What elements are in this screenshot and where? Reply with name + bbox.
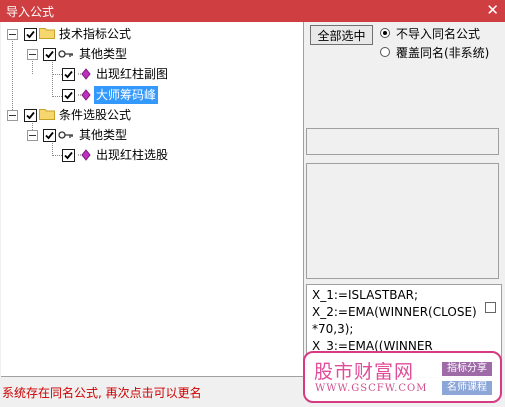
watermark-tag: 名师课程 (442, 381, 492, 395)
tree-label: 出现红柱选股 (96, 148, 169, 162)
formula-tree[interactable]: 技术指标公式 其他类型 出现红柱副图 大师筹码峰 条件选股公式 其他类型 出现红… (1, 22, 304, 377)
close-icon[interactable]: ✕ (486, 1, 499, 19)
collapse-icon[interactable] (7, 110, 18, 121)
tree-label: 其他类型 (79, 47, 128, 61)
window-title: 导入公式 (6, 5, 55, 19)
formula-gem-icon (78, 149, 91, 161)
watermark-tag: 指标分享 (442, 362, 492, 376)
watermark-badge: 股市财富网 WWW.GSCFW.COM 指标分享 名师课程 (303, 351, 502, 403)
folder-icon (39, 28, 55, 39)
tree-label: 出现红柱副图 (96, 67, 169, 81)
code-line: X_1:=ISLASTBAR; (312, 288, 419, 302)
tree-node-formula-item[interactable]: 出现红柱选股 (1, 146, 301, 164)
checkbox-checked-icon[interactable] (62, 89, 75, 102)
collapse-icon[interactable] (27, 130, 38, 141)
radio-label: 覆盖同名(非系统) (396, 46, 490, 60)
code-line: *70,3); (312, 322, 354, 336)
info-field (306, 128, 499, 155)
tree-node-other-type[interactable]: 其他类型 (1, 126, 301, 144)
collapse-icon[interactable] (7, 29, 18, 40)
radio-label: 不导入同名公式 (396, 27, 481, 41)
key-icon (58, 50, 73, 58)
select-all-button[interactable]: 全部选中 (310, 25, 373, 45)
tree-node-condition-formula[interactable]: 条件选股公式 (1, 106, 301, 124)
tree-node-formula-item-selected[interactable]: 大师筹码峰 (1, 86, 301, 104)
watermark-brand: 股市财富网 (314, 361, 415, 383)
folder-icon (39, 109, 55, 120)
checkbox-checked-icon[interactable] (24, 109, 37, 122)
watermark-url: WWW.GSCFW.COM (315, 383, 428, 394)
tree-label: 技术指标公式 (59, 27, 132, 41)
tree-label: 大师筹码峰 (94, 86, 159, 104)
formula-gem-icon (78, 89, 91, 101)
checkbox-checked-icon[interactable] (24, 28, 37, 41)
tree-node-tech-formula[interactable]: 技术指标公式 (1, 25, 301, 43)
title-bar: 导入公式 ✕ (0, 0, 505, 22)
formula-gem-icon (78, 68, 91, 80)
radio-no-import-duplicates[interactable] (380, 28, 390, 38)
small-checkbox-icon[interactable] (485, 302, 496, 313)
status-message: 系统存在同名公式, 再次点击可以更名 (2, 386, 202, 400)
checkbox-checked-icon[interactable] (43, 129, 56, 142)
checkbox-checked-icon[interactable] (43, 48, 56, 61)
description-area (306, 163, 499, 279)
checkbox-checked-icon[interactable] (62, 68, 75, 81)
tree-label: 其他类型 (79, 128, 128, 142)
key-icon (58, 131, 73, 139)
tree-node-other-type[interactable]: 其他类型 (1, 45, 301, 63)
checkbox-checked-icon[interactable] (62, 149, 75, 162)
radio-overwrite-duplicates[interactable] (380, 47, 390, 57)
tree-label: 条件选股公式 (59, 108, 132, 122)
code-line: X_2:=EMA(WINNER(CLOSE) (312, 305, 477, 319)
tree-node-formula-item[interactable]: 出现红柱副图 (1, 65, 301, 83)
collapse-icon[interactable] (27, 49, 38, 60)
